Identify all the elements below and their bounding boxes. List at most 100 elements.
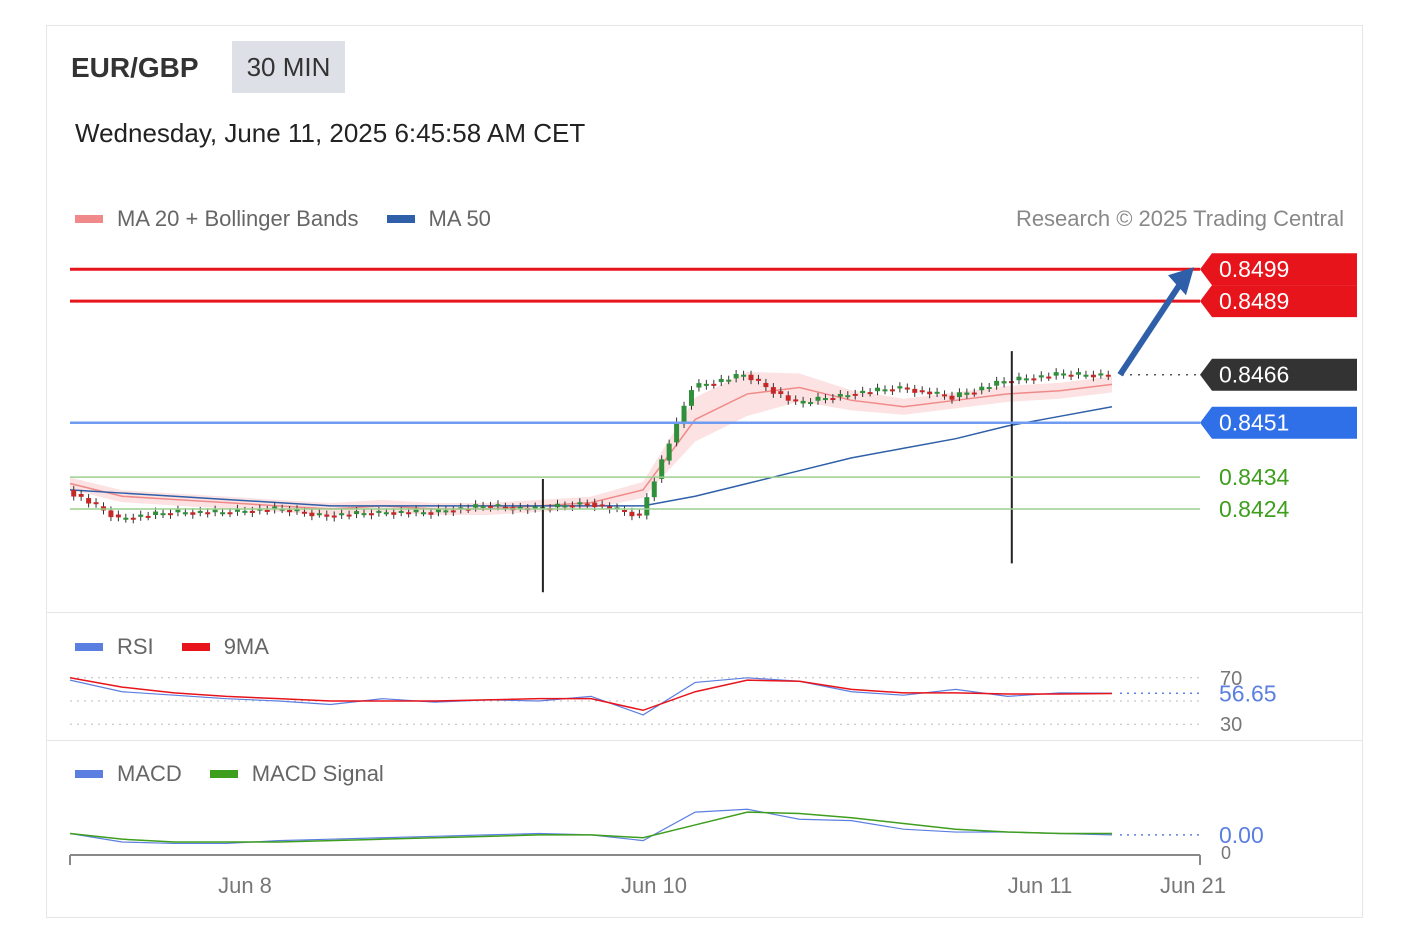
candle-body [391, 512, 397, 515]
candle-body [971, 392, 977, 395]
candle-body [711, 383, 717, 386]
candle-body [123, 517, 129, 520]
candle-body [1068, 374, 1074, 377]
candle-body [190, 512, 196, 515]
candle-body [1016, 376, 1022, 381]
candle-body [688, 390, 694, 406]
candle-body [703, 383, 709, 386]
candle-body [532, 506, 538, 509]
candle-body [480, 505, 486, 508]
candle-body [130, 517, 136, 520]
candle-body [346, 514, 352, 517]
candle-body [287, 509, 293, 513]
candle-body [160, 513, 166, 516]
candle-body [339, 513, 345, 516]
price-label-text: 0.8466 [1219, 362, 1289, 388]
candle-body [562, 505, 568, 508]
candle-body [324, 514, 330, 517]
candle-body [681, 405, 687, 425]
candle-body [197, 510, 203, 513]
candle-body [979, 386, 985, 391]
candle-body [569, 505, 575, 508]
candle-body [413, 509, 419, 513]
candle-body [182, 512, 188, 515]
candle-body [1083, 374, 1089, 377]
candle-body [875, 387, 881, 392]
candle-body [368, 513, 374, 516]
candle-body [629, 511, 635, 517]
candle-body [376, 510, 382, 513]
candle-body [443, 510, 449, 513]
price-label-text: 0.8499 [1219, 256, 1289, 282]
candle-body [555, 503, 561, 508]
candle-body [1038, 375, 1044, 378]
candle-body [242, 510, 248, 513]
candle-body [78, 493, 84, 497]
candle-body [354, 511, 360, 515]
rsi-last-label: 56.65 [1219, 680, 1277, 706]
candle-body [778, 391, 784, 395]
macd-signal-line [69, 811, 1112, 843]
candle-body [167, 513, 173, 516]
candle-body [488, 505, 494, 508]
candle-body [949, 395, 955, 400]
forecast-arrow-shaft [1117, 279, 1185, 377]
candle-body [956, 392, 962, 398]
candle-body [301, 511, 307, 514]
candle-body [264, 509, 270, 512]
candle-body [621, 509, 627, 512]
candle-body [674, 421, 680, 443]
candle-body [473, 504, 479, 508]
candle-body [867, 392, 873, 395]
candle-body [361, 513, 367, 516]
candle-body [986, 386, 992, 389]
candle-body [889, 389, 895, 392]
candle-body [741, 374, 747, 377]
candle-body [882, 389, 888, 392]
candle-body [1061, 373, 1067, 376]
candle-body [1031, 378, 1037, 381]
price-label-text: 0.8424 [1219, 496, 1290, 522]
candle-body [249, 510, 255, 513]
rsi-tick-label: 30 [1220, 714, 1242, 736]
candle-body [450, 510, 456, 513]
x-tick-label: Jun 10 [621, 873, 687, 898]
x-tick-label: Jun 11 [1008, 873, 1072, 898]
candle-body [577, 502, 583, 505]
macd-tick-label: 0 [1221, 843, 1231, 863]
candle-body [651, 481, 657, 498]
candle-body [755, 378, 761, 381]
candle-body [108, 510, 114, 518]
candle-body [421, 512, 427, 515]
x-tick-label: Jun 21 [1160, 873, 1226, 898]
candle-body [718, 378, 724, 383]
candle-body [145, 515, 151, 518]
candle-body [592, 502, 598, 508]
price-label-text: 0.8489 [1219, 288, 1289, 314]
candle-body [1076, 372, 1082, 375]
candle-body [793, 399, 799, 402]
chart-svg: 0.84990.84890.84660.84510.84340.84247030… [69, 253, 1357, 898]
macd-line [69, 808, 1113, 845]
candle-body [220, 512, 226, 515]
price-label-text: 0.8451 [1219, 410, 1289, 436]
candle-body [800, 400, 806, 404]
candle-body [227, 512, 233, 515]
candle-body [406, 512, 412, 515]
candle-body [830, 398, 836, 401]
candle-body [904, 387, 910, 390]
candle-body [331, 515, 337, 518]
candle-body [1090, 374, 1096, 378]
candle-body [942, 394, 948, 397]
candle-body [115, 514, 121, 518]
candle-body [912, 388, 918, 393]
candle-body [763, 382, 769, 388]
candle-body [815, 396, 821, 401]
candle-body [919, 390, 925, 393]
candle-body [1053, 372, 1059, 376]
candle-body [212, 509, 218, 513]
candle-body [845, 395, 851, 398]
bollinger-band [70, 371, 1112, 516]
candle-body [927, 391, 933, 395]
candle-body [1105, 374, 1111, 377]
